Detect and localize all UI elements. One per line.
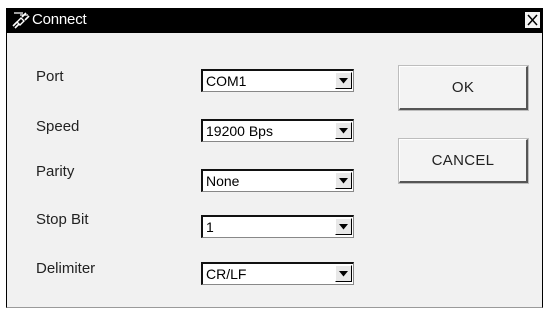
stop-bit-label: Stop Bit [36, 211, 89, 228]
chevron-down-icon [339, 128, 348, 134]
chevron-down-icon [339, 178, 348, 184]
delimiter-select[interactable]: CR/LF [201, 262, 354, 285]
parity-dropdown-button[interactable] [335, 172, 352, 189]
port-dropdown-button[interactable] [335, 72, 352, 89]
chevron-down-icon [339, 78, 348, 84]
stop-bit-select[interactable]: 1 [201, 215, 354, 238]
parity-label: Parity [36, 163, 75, 180]
delimiter-value: CR/LF [206, 266, 247, 282]
title-bar: Connect [7, 8, 542, 33]
speed-dropdown-button[interactable] [335, 122, 352, 139]
speed-label: Speed [36, 118, 80, 135]
port-label: Port [36, 68, 64, 85]
parity-value: None [206, 173, 240, 189]
ok-button[interactable]: OK [398, 65, 529, 111]
speed-select[interactable]: 19200 Bps [201, 119, 354, 142]
delimiter-dropdown-button[interactable] [335, 265, 352, 282]
port-value: COM1 [206, 73, 247, 89]
connect-dialog: Connect Port COM1 Speed 19200 Bps Parity… [6, 8, 543, 308]
port-select[interactable]: COM1 [201, 69, 354, 92]
parity-select[interactable]: None [201, 169, 354, 192]
chevron-down-icon [339, 271, 348, 277]
stop-bit-dropdown-button[interactable] [335, 218, 352, 235]
window-title: Connect [32, 11, 87, 28]
stop-bit-value: 1 [206, 219, 214, 235]
chevron-down-icon [339, 224, 348, 230]
speed-value: 19200 Bps [206, 123, 273, 139]
connect-plug-icon [11, 11, 31, 29]
close-button[interactable] [524, 11, 541, 29]
delimiter-label: Delimiter [36, 260, 96, 277]
close-icon [527, 14, 538, 26]
cancel-button[interactable]: CANCEL [398, 138, 529, 184]
